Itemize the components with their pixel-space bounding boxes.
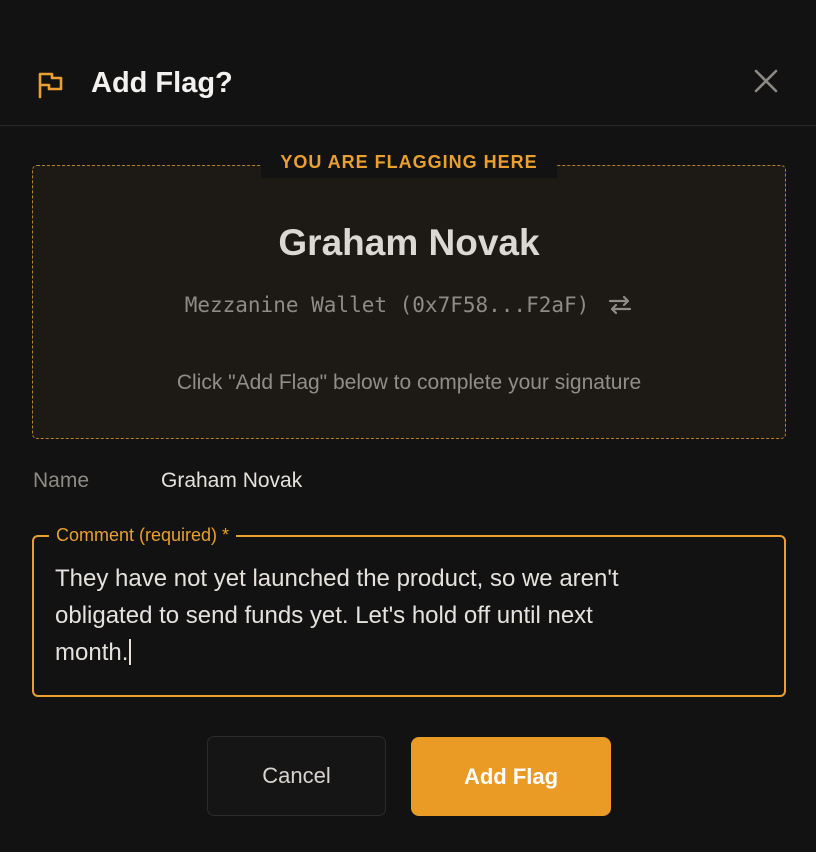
close-icon[interactable] <box>752 67 780 95</box>
comment-value: They have not yet launched the product, … <box>55 565 619 666</box>
flag-icon <box>38 72 63 99</box>
add-flag-button[interactable]: Add Flag <box>411 737 611 816</box>
name-field-value: Graham Novak <box>161 469 303 492</box>
signature-instruction: Click "Add Flag" below to complete your … <box>176 371 642 394</box>
add-flag-dialog: Add Flag? YOU ARE FLAGGING HERE Graham N… <box>0 0 816 852</box>
cancel-button[interactable]: Cancel <box>207 736 386 816</box>
swap-icon[interactable] <box>607 294 633 316</box>
dialog-header: Add Flag? <box>0 0 816 126</box>
flag-target-legend: YOU ARE FLAGGING HERE <box>261 148 557 178</box>
text-caret <box>129 639 132 665</box>
flag-target-name: Graham Novak <box>278 222 540 263</box>
dialog-title: Add Flag? <box>91 67 233 99</box>
comment-label: Comment (required) * <box>49 522 237 548</box>
wallet-row: Mezzanine Wallet (0x7F58...F2aF) <box>32 288 786 322</box>
name-field-label: Name <box>33 469 90 492</box>
comment-input-text[interactable]: They have not yet launched the product, … <box>55 560 745 671</box>
wallet-address: Mezzanine Wallet (0x7F58...F2aF) <box>184 293 590 317</box>
